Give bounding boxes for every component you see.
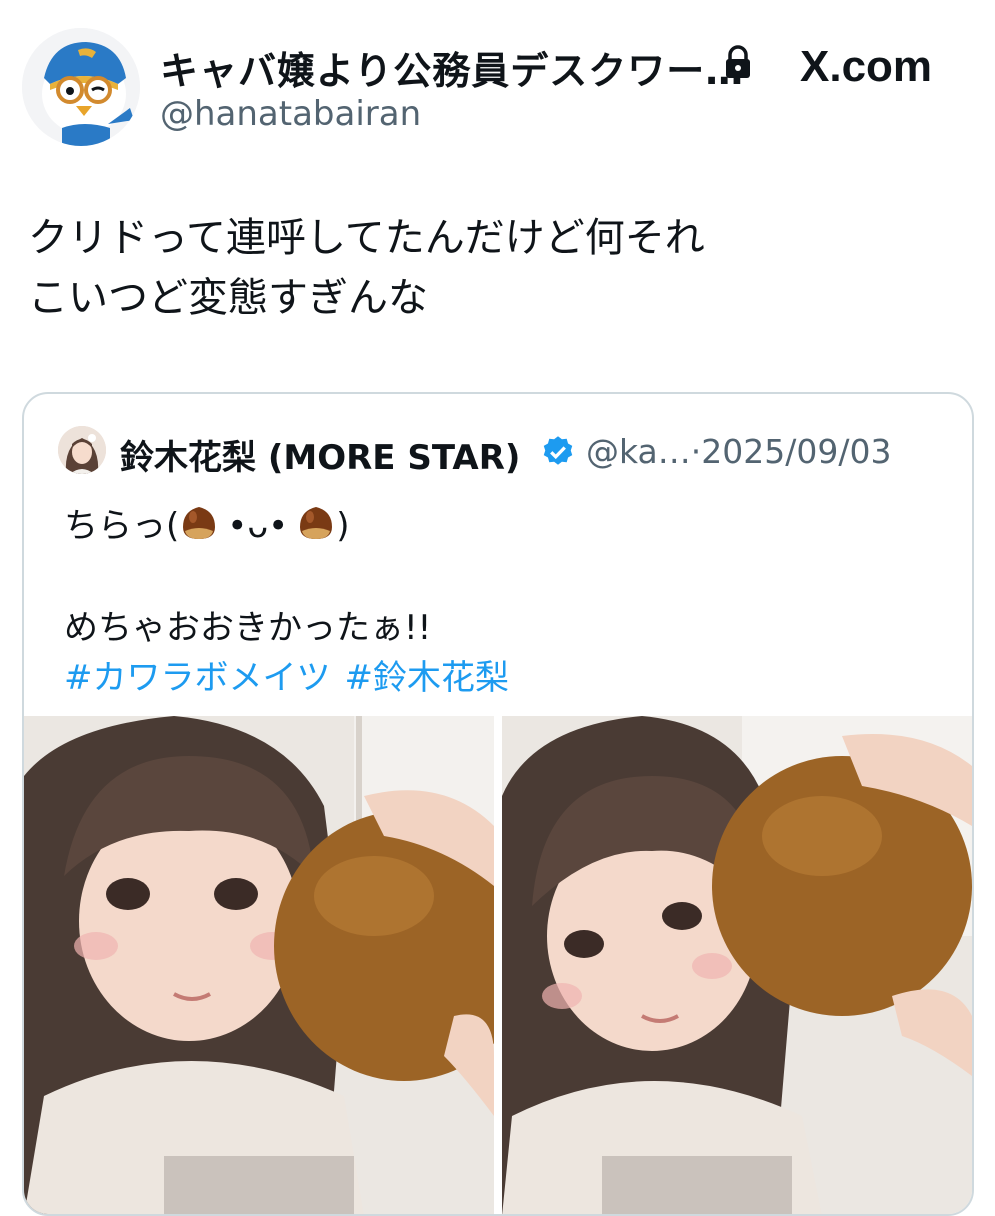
quoted-author-handle[interactable]: @ka… [586, 432, 691, 471]
quoted-text-prefix: ちらっ( [64, 506, 180, 546]
verified-icon [543, 436, 573, 465]
quoted-text-suffix: ) [336, 506, 350, 546]
quoted-text-face: •ᴗ• [227, 506, 289, 546]
chestnut-emoji-icon [300, 507, 333, 539]
quoted-post-card[interactable]: 鈴木花梨 (MORE STAR) @ka…·2025/09/03 ちらっ( •ᴗ•… [22, 392, 974, 1216]
author-avatar[interactable] [22, 28, 140, 146]
quoted-photo-2[interactable] [502, 716, 972, 1214]
author-name[interactable]: キャバ嬢より公務員デスクワー… [160, 40, 744, 95]
quoted-post-date[interactable]: 2025/09/03 [701, 432, 891, 471]
quoted-text-line-1: ちらっ( •ᴗ•) [64, 498, 349, 547]
quoted-author-avatar[interactable] [58, 426, 106, 474]
hashtag-link[interactable]: #カワラボメイツ [64, 658, 331, 698]
quoted-author-name[interactable]: 鈴木花梨 (MORE STAR) [120, 430, 520, 479]
quoted-author-meta: @ka…·2025/09/03 [586, 432, 891, 471]
meta-separator: · [690, 432, 702, 471]
post-text: クリドって連呼してたんだけど何それ こいつど変態すぎんな [28, 208, 968, 328]
author-handle[interactable]: @hanatabairan [160, 94, 421, 134]
quoted-text-line-2: めちゃおおきかったぁ!! [64, 608, 432, 648]
quoted-photo-1[interactable] [24, 716, 494, 1214]
chestnut-emoji-icon [183, 507, 216, 539]
x-brand-logo: X.com [800, 42, 933, 91]
hashtag-link[interactable]: #鈴木花梨 [345, 658, 510, 698]
hashtag-list: #カワラボメイツ #鈴木花梨 [64, 650, 523, 699]
post-header: キャバ嬢より公務員デスクワー… @hanatabairan X.com [0, 0, 995, 170]
post-text-line: こいつど変態すぎんな [28, 275, 428, 321]
post-text-line: クリドって連呼してたんだけど何それ [28, 215, 705, 261]
lock-icon [726, 45, 750, 78]
